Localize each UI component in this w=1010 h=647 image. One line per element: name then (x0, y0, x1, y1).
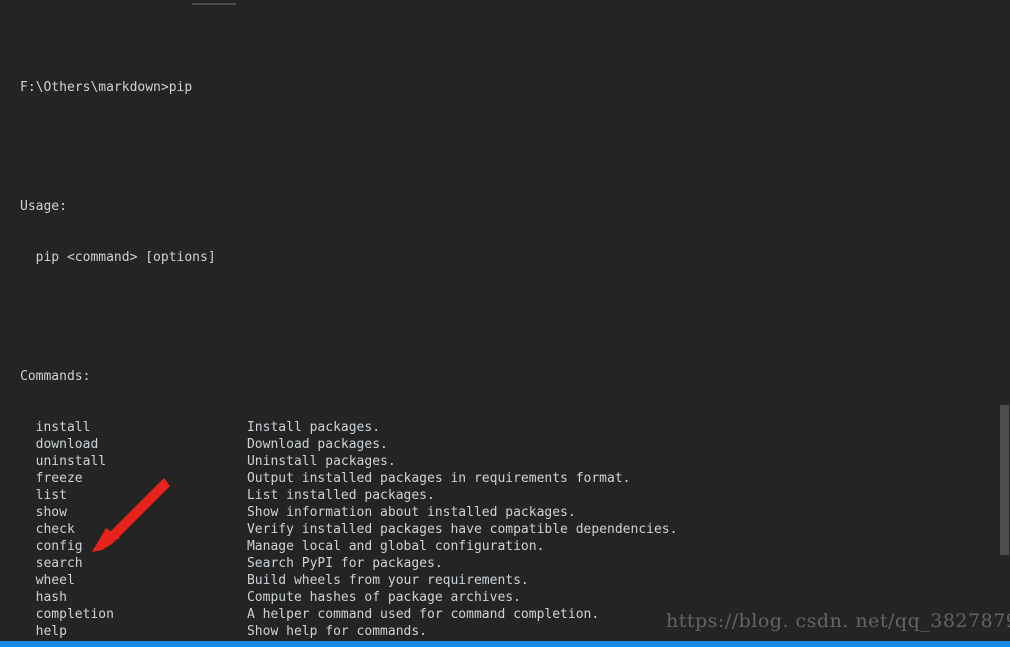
console-output: F:\Others\markdown>pip Usage: pip <comma… (20, 28, 1010, 647)
command-description: A helper command used for command comple… (247, 606, 599, 623)
command-description: Manage local and global configuration. (247, 538, 544, 555)
prompt-line: F:\Others\markdown>pip (20, 79, 1010, 96)
command-name: install (20, 419, 247, 436)
command-name: wheel (20, 572, 247, 589)
spacer (20, 300, 1010, 317)
command-name: list (20, 487, 247, 504)
command-row: search Search PyPI for packages. (20, 555, 1010, 572)
scrollbar-thumb[interactable] (1000, 405, 1009, 555)
command-description: Output installed packages in requirement… (247, 470, 631, 487)
command-row: install Install packages. (20, 419, 1010, 436)
usage-line: pip <command> [options] (20, 249, 1010, 266)
command-description: Install packages. (247, 419, 380, 436)
command-description: Download packages. (247, 436, 388, 453)
command-row: show Show information about installed pa… (20, 504, 1010, 521)
command-row: download Download packages. (20, 436, 1010, 453)
vertical-scrollbar[interactable] (1000, 0, 1010, 647)
command-description: Search PyPI for packages. (247, 555, 443, 572)
command-name: search (20, 555, 247, 572)
command-name: check (20, 521, 247, 538)
command-row: freeze Output installed packages in requ… (20, 470, 1010, 487)
command-name: show (20, 504, 247, 521)
command-row: wheel Build wheels from your requirement… (20, 572, 1010, 589)
console-window: F:\Others\markdown>pip Usage: pip <comma… (0, 0, 1010, 647)
command-name: download (20, 436, 247, 453)
command-description: Show information about installed package… (247, 504, 576, 521)
taskbar-strip (0, 641, 1010, 647)
command-description: Uninstall packages. (247, 453, 396, 470)
command-row: config Manage local and global configura… (20, 538, 1010, 555)
watermark: https://blog. csdn. net/qq_38278799 (666, 613, 1010, 630)
command-name: config (20, 538, 247, 555)
command-name: help (20, 623, 247, 640)
command-name: uninstall (20, 453, 247, 470)
command-description: Show help for commands. (247, 623, 427, 640)
commands-list: install Install packages. download Downl… (20, 419, 1010, 640)
command-description: Verify installed packages have compatibl… (247, 521, 677, 538)
command-row: uninstall Uninstall packages. (20, 453, 1010, 470)
spacer (20, 130, 1010, 147)
commands-heading: Commands: (20, 368, 1010, 385)
command-row: hash Compute hashes of package archives. (20, 589, 1010, 606)
command-row: check Verify installed packages have com… (20, 521, 1010, 538)
command-name: hash (20, 589, 247, 606)
command-description: List installed packages. (247, 487, 435, 504)
command-name: freeze (20, 470, 247, 487)
window-top-divider (192, 3, 236, 5)
usage-heading: Usage: (20, 198, 1010, 215)
command-name: completion (20, 606, 247, 623)
command-description: Compute hashes of package archives. (247, 589, 521, 606)
command-description: Build wheels from your requirements. (247, 572, 529, 589)
command-row: list List installed packages. (20, 487, 1010, 504)
